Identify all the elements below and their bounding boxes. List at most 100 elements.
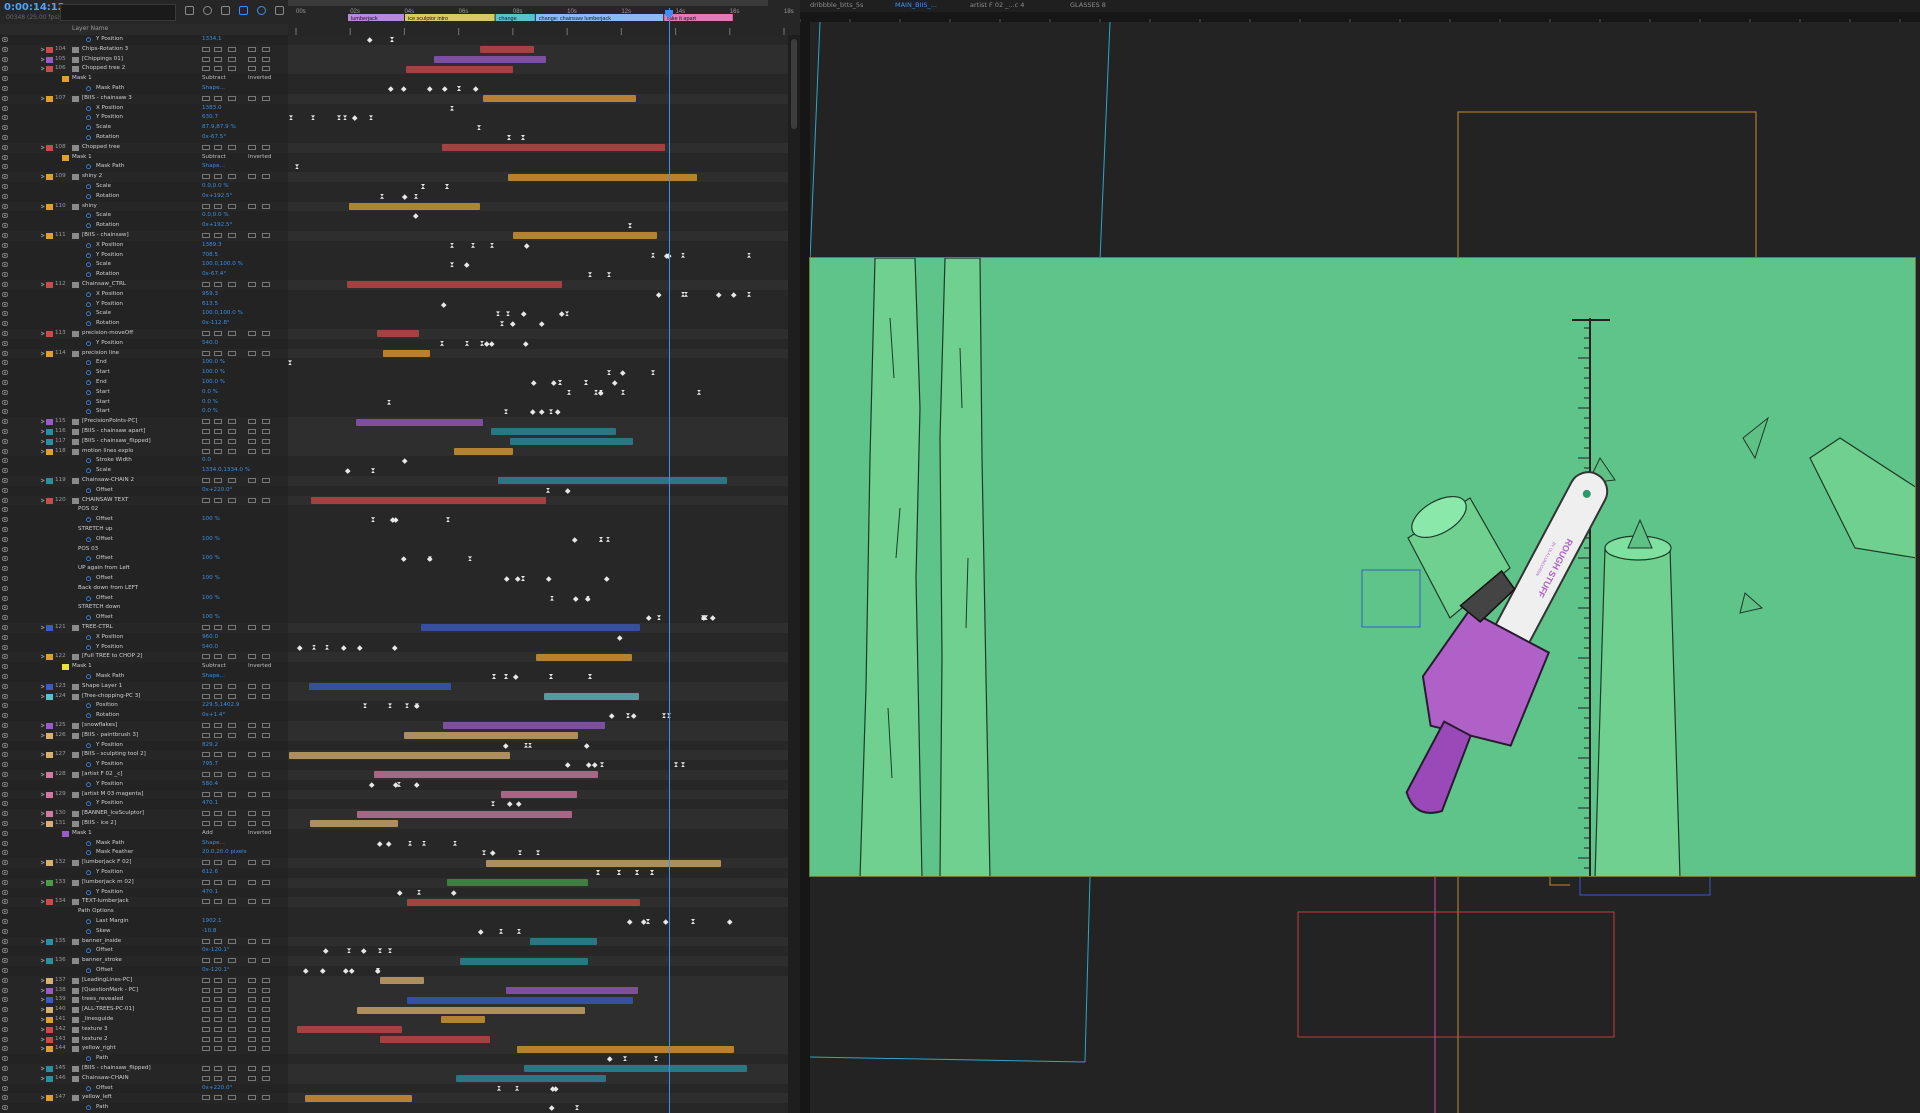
layer-row[interactable]: 113 precision-moveOff xyxy=(0,329,288,339)
label-color-swatch[interactable] xyxy=(46,144,53,151)
property-track[interactable] xyxy=(288,162,788,173)
mask-row[interactable]: Subtract Inverted Mask 1 xyxy=(0,662,288,672)
layer-switch[interactable] xyxy=(228,95,236,101)
frame-blending-icon[interactable] xyxy=(239,6,248,15)
layer-switch[interactable] xyxy=(202,860,210,866)
property-track[interactable] xyxy=(288,711,788,721)
visibility-eye-icon[interactable] xyxy=(1,1075,9,1081)
keyframe-diamond[interactable] xyxy=(427,86,433,92)
layer-switch[interactable] xyxy=(202,693,210,699)
stopwatch-icon[interactable] xyxy=(86,1085,91,1091)
label-color-swatch[interactable] xyxy=(46,1036,53,1043)
visibility-eye-icon[interactable] xyxy=(1,517,9,523)
layer-switch[interactable] xyxy=(262,1095,270,1101)
layer-switch[interactable] xyxy=(202,977,210,983)
keyframe-diamond[interactable] xyxy=(607,370,611,376)
keyframe-diamond[interactable] xyxy=(573,595,579,601)
property-value[interactable]: 100.0,100.0 % xyxy=(202,309,243,319)
label-color-swatch[interactable] xyxy=(46,282,53,288)
label-color-swatch[interactable] xyxy=(46,997,53,1004)
layer-switch[interactable] xyxy=(202,46,210,52)
layer-switch[interactable] xyxy=(262,1046,270,1052)
visibility-eye-icon[interactable] xyxy=(1,870,9,875)
layer-switch[interactable] xyxy=(214,448,222,454)
label-color-swatch[interactable] xyxy=(46,56,53,63)
keyframe-diamond[interactable] xyxy=(320,968,326,974)
keyframe-diamond[interactable] xyxy=(521,576,525,581)
layer-switch[interactable] xyxy=(202,419,210,425)
expand-chevron-icon[interactable] xyxy=(40,772,45,777)
label-color-swatch[interactable] xyxy=(46,1017,53,1023)
layer-switch[interactable] xyxy=(202,1066,210,1071)
layer-duration-bar[interactable] xyxy=(443,722,605,730)
layer-switch[interactable] xyxy=(248,997,256,1003)
layer-switch[interactable] xyxy=(202,791,210,797)
property-row[interactable]: 0.0,0.0 % Scale xyxy=(0,182,288,192)
visibility-eye-icon[interactable] xyxy=(1,135,9,140)
property-row[interactable]: 100.0,100.0 % Scale xyxy=(0,260,288,271)
layer-track[interactable] xyxy=(288,750,788,761)
stopwatch-icon[interactable] xyxy=(86,762,91,768)
expand-chevron-icon[interactable] xyxy=(40,429,45,434)
stopwatch-icon[interactable] xyxy=(86,1105,91,1111)
property-value[interactable]: 0x-67.4° xyxy=(202,270,226,280)
layer-switch[interactable] xyxy=(214,95,222,101)
keyframe-diamond[interactable] xyxy=(401,556,407,562)
keyframe-diamond[interactable] xyxy=(482,850,486,856)
keyframe-diamond[interactable] xyxy=(621,389,625,395)
keyframe-diamond[interactable] xyxy=(323,948,329,954)
layer-switch[interactable] xyxy=(202,1075,210,1081)
layer-switch[interactable] xyxy=(214,419,222,425)
property-row[interactable]: Shape... Mask Path xyxy=(0,162,288,173)
keyframe-diamond[interactable] xyxy=(747,252,751,258)
layer-switch[interactable] xyxy=(228,899,236,905)
layer-track[interactable] xyxy=(288,721,788,731)
property-track[interactable] xyxy=(288,407,788,418)
property-track[interactable] xyxy=(288,397,788,408)
property-track[interactable] xyxy=(288,270,788,280)
visibility-eye-icon[interactable] xyxy=(1,762,9,768)
keyframe-diamond[interactable] xyxy=(297,644,303,650)
layer-row[interactable]: 112 Chainsaw_CTRL xyxy=(0,280,288,290)
visibility-eye-icon[interactable] xyxy=(1,105,9,111)
property-value[interactable]: 1902.1 xyxy=(202,917,222,927)
layer-switch[interactable] xyxy=(248,144,256,150)
expand-chevron-icon[interactable] xyxy=(40,439,45,444)
layer-switch[interactable] xyxy=(228,497,236,503)
layer-name-column[interactable]: Layer Name xyxy=(72,25,108,32)
layer-row[interactable]: 117 [BIIS - chainsaw_flipped] xyxy=(0,436,288,447)
label-color-swatch[interactable] xyxy=(46,203,53,210)
keyframe-diamond[interactable] xyxy=(402,458,408,464)
visibility-eye-icon[interactable] xyxy=(1,527,9,532)
label-color-swatch[interactable] xyxy=(46,1007,53,1014)
stopwatch-icon[interactable] xyxy=(86,370,91,376)
property-value[interactable]: 100 % xyxy=(202,594,220,604)
property-value[interactable]: 960.0 xyxy=(202,633,218,643)
visibility-eye-icon[interactable] xyxy=(1,95,9,101)
property-track[interactable] xyxy=(288,838,788,849)
property-value[interactable]: 0x+220.0° xyxy=(202,1084,232,1094)
expand-chevron-icon[interactable] xyxy=(40,1095,45,1100)
layer-switch[interactable] xyxy=(262,282,270,287)
visibility-eye-icon[interactable] xyxy=(1,487,9,493)
keyframe-diamond[interactable] xyxy=(681,252,685,258)
property-track[interactable] xyxy=(288,613,788,623)
property-track[interactable] xyxy=(288,1054,788,1064)
property-row[interactable]: 100.0 % End xyxy=(0,358,288,369)
expand-chevron-icon[interactable] xyxy=(40,145,45,150)
stopwatch-icon[interactable] xyxy=(86,948,91,954)
layer-switch[interactable] xyxy=(228,282,236,287)
visibility-eye-icon[interactable] xyxy=(1,546,9,552)
mask-color-swatch[interactable] xyxy=(62,830,69,837)
layer-row[interactable]: 127 [BIIS - sculpting tool 2] xyxy=(0,750,288,761)
layer-switch[interactable] xyxy=(214,958,222,964)
keyframe-diamond[interactable] xyxy=(450,105,454,111)
expand-chevron-icon[interactable] xyxy=(40,1007,45,1012)
layer-switch[interactable] xyxy=(248,1007,256,1013)
property-row[interactable]: 87.9,87.9 % Scale xyxy=(0,123,288,133)
property-row[interactable]: 100 % Offset xyxy=(0,593,288,604)
shy-icon[interactable] xyxy=(221,6,230,15)
layer-duration-bar[interactable] xyxy=(380,977,424,985)
layer-duration-bar[interactable] xyxy=(513,232,657,240)
layer-switch[interactable] xyxy=(228,1017,236,1022)
